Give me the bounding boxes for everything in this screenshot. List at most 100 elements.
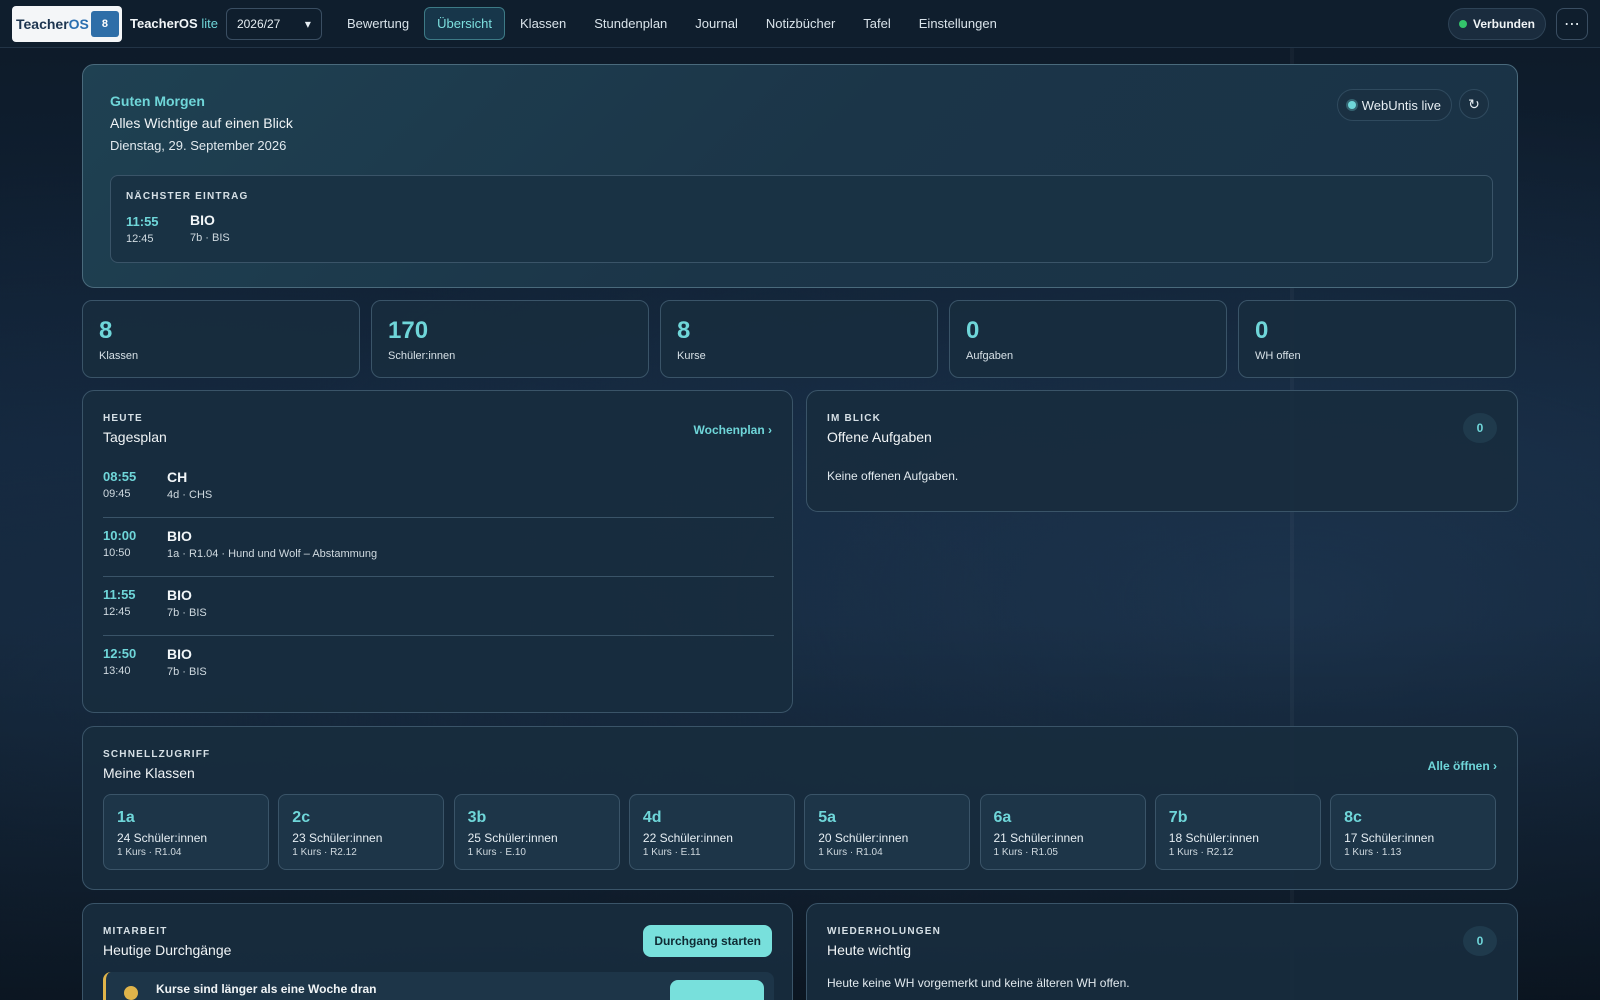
lesson-end: 13:40 [103, 665, 131, 677]
class-student-count: 24 Schüler:innen [117, 831, 208, 845]
class-name: 8c [1344, 809, 1362, 826]
lesson-time: 10:00 10:50 [103, 528, 136, 559]
refresh-icon: ↻ [1468, 95, 1480, 112]
lesson-start: 12:50 [103, 646, 137, 661]
webuntis-live-pill[interactable]: WebUntis live [1336, 89, 1452, 121]
connection-label: Verbunden [1472, 16, 1535, 31]
open-tasks-empty: Keine offenen Aufgaben. [827, 469, 959, 483]
class-student-count: 25 Schüler:innen [467, 831, 558, 845]
lesson-end: 10:50 [103, 547, 131, 559]
more-icon: ⋯ [1564, 15, 1580, 33]
repetitions-title: Heute wichtig [827, 942, 912, 958]
chevron-down-icon: ▾ [304, 16, 311, 31]
stat-value: 8 [677, 317, 691, 344]
my-classes-title: Meine Klassen [103, 765, 195, 781]
refresh-button[interactable]: ↻ [1459, 89, 1489, 119]
class-card[interactable]: 4d 22 Schüler:innen 1 Kurs · E.11 [628, 794, 795, 870]
class-name: 6a [993, 809, 1012, 826]
app-logo[interactable]: TeacherOS 8 [12, 5, 122, 42]
lesson-time: 11:55 12:45 [103, 587, 136, 618]
open-all-classes-link[interactable]: Alle öffnen › [1428, 759, 1497, 773]
nav-item-0[interactable]: Bewertung [334, 7, 422, 40]
stat-value: 170 [388, 317, 429, 344]
next-entry-label: NÄCHSTER EINTRAG [126, 191, 249, 202]
lesson-subject: CH 4d · CHS [167, 469, 212, 501]
hero-date: Dienstag, 29. September 2026 [110, 138, 287, 153]
next-entry-card[interactable]: NÄCHSTER EINTRAG 11:55 12:45 BIO 7b · BI… [110, 175, 1493, 263]
live-dot-icon [1347, 101, 1356, 109]
lesson-subject-name: BIO [167, 528, 192, 544]
nav-item-7[interactable]: Einstellungen [906, 7, 1010, 40]
weekly-plan-link[interactable]: Wochenplan › [694, 423, 772, 437]
stat-card[interactable]: 0 WH offen [1238, 300, 1516, 378]
class-card[interactable]: 3b 25 Schüler:innen 1 Kurs · E.10 [453, 794, 620, 870]
class-card[interactable]: 7b 18 Schüler:innen 1 Kurs · R2.12 [1154, 794, 1321, 870]
class-meta: 1 Kurs · R2.12 [1168, 847, 1234, 858]
hero-title: Alles Wichtige auf einen Blick [110, 115, 293, 131]
lesson-time: 12:50 13:40 [103, 646, 136, 677]
nav-item-4[interactable]: Journal [682, 7, 751, 40]
class-student-count: 22 Schüler:innen [642, 831, 733, 845]
school-year-value: 2026/27 [236, 16, 281, 31]
stat-value: 0 [966, 317, 980, 344]
class-meta: 1 Kurs · R2.12 [292, 847, 357, 858]
next-entry-subject-name: BIO [190, 212, 215, 228]
lesson-subject: BIO 7b · BIS [167, 587, 207, 619]
lesson-row[interactable]: 11:55 12:45 BIO 7b · BIS [103, 577, 774, 636]
stat-card[interactable]: 0 Aufgaben [949, 300, 1227, 378]
hero-panel: Guten Morgen Alles Wichtige auf einen Bl… [82, 64, 1518, 288]
lesson-meta: 7b · BIS [167, 607, 207, 619]
stat-value: 8 [99, 317, 113, 344]
nav-item-5[interactable]: Notizbücher [753, 7, 848, 40]
lesson-row[interactable]: 12:50 13:40 BIO 7b · BIS [103, 636, 774, 695]
class-meta: 1 Kurs · E.11 [642, 847, 701, 858]
connection-status[interactable]: Verbunden [1447, 7, 1546, 40]
next-entry-start: 11:55 [126, 214, 159, 229]
lesson-meta: 4d · CHS [167, 489, 213, 501]
stat-card[interactable]: 170 Schüler:innen [371, 300, 649, 378]
repetitions-caption: WIEDERHOLUNGEN [827, 926, 942, 937]
repetitions-panel: WIEDERHOLUNGEN Heute wichtig 0 Heute kei… [806, 903, 1518, 1000]
class-name: 1a [117, 809, 135, 826]
logo-badge-icon: 8 [90, 10, 119, 37]
class-card[interactable]: 6a 21 Schüler:innen 1 Kurs · R1.05 [979, 794, 1146, 870]
class-card[interactable]: 5a 20 Schüler:innen 1 Kurs · R1.04 [804, 794, 971, 870]
lesson-row[interactable]: 08:55 09:45 CH 4d · CHS [103, 459, 774, 518]
nav-item-3[interactable]: Stundenplan [581, 7, 680, 40]
greeting: Guten Morgen [110, 93, 205, 109]
lesson-subject-name: BIO [167, 587, 192, 603]
school-year-select[interactable]: 2026/27 ▾ [225, 7, 322, 40]
stat-card[interactable]: 8 Kurse [660, 300, 938, 378]
class-student-count: 20 Schüler:innen [818, 831, 909, 845]
warning-action-button[interactable] [670, 980, 764, 1000]
lesson-meta: 7b · BIS [167, 666, 207, 678]
lesson-start: 08:55 [103, 469, 137, 484]
start-round-button[interactable]: Durchgang starten [643, 925, 772, 957]
next-entry-time: 11:55 12:45 [126, 214, 159, 245]
nav-item-2[interactable]: Klassen [507, 7, 579, 40]
lesson-row[interactable]: 10:00 10:50 BIO 1a · R1.04 · Hund und Wolf … [103, 518, 774, 577]
nav-item-6[interactable]: Tafel [850, 7, 903, 40]
lesson-end: 12:45 [103, 606, 131, 618]
next-entry-subject: BIO 7b · BIS [190, 212, 230, 244]
class-card[interactable]: 2c 23 Schüler:innen 1 Kurs · R2.12 [278, 794, 445, 870]
class-card[interactable]: 1a 24 Schüler:innen 1 Kurs · R1.04 [103, 794, 269, 870]
class-student-count: 23 Schüler:innen [292, 831, 383, 845]
class-meta: 1 Kurs · R1.04 [117, 847, 182, 858]
participation-title: Heutige Durchgänge [103, 942, 232, 958]
class-meta: 1 Kurs · E.10 [467, 847, 526, 858]
lesson-subject: BIO 7b · BIS [167, 646, 207, 678]
daily-plan-caption: HEUTE [103, 413, 143, 424]
class-name: 5a [818, 809, 836, 826]
stat-card[interactable]: 8 Klassen [82, 300, 360, 378]
my-classes-caption: SCHNELLZUGRIFF [103, 749, 211, 760]
daily-plan-title: Tagesplan [103, 429, 167, 445]
class-meta: 1 Kurs · R1.05 [993, 847, 1058, 858]
overdue-courses-warning: Kurse sind länger als eine Woche dran [103, 972, 774, 1000]
lesson-time: 08:55 09:45 [103, 469, 136, 500]
nav-item-1[interactable]: Übersicht [424, 7, 506, 40]
more-menu-button[interactable]: ⋯ [1556, 7, 1588, 40]
warning-icon [124, 986, 138, 1000]
class-card[interactable]: 8c 17 Schüler:innen 1 Kurs · 1.13 [1330, 794, 1497, 870]
stat-label: WH offen [1255, 350, 1301, 362]
